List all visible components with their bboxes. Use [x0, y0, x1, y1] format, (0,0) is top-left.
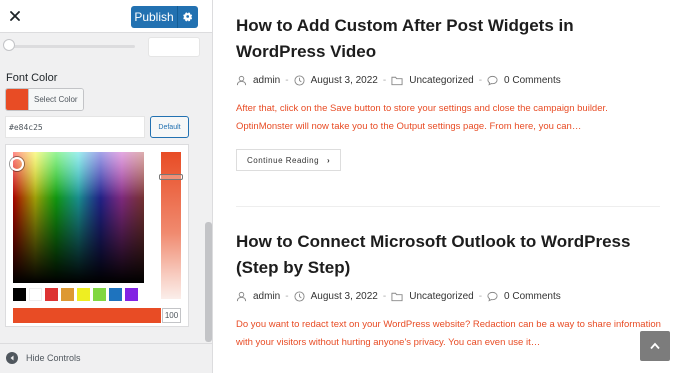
palette-swatch[interactable] — [93, 288, 106, 301]
user-icon — [236, 291, 247, 302]
continue-reading-label: Continue Reading — [247, 155, 320, 165]
author-link[interactable]: admin — [253, 291, 280, 302]
alpha-strip[interactable] — [13, 308, 161, 323]
select-color-label: Select Color — [28, 89, 83, 110]
publish-settings-button[interactable] — [177, 6, 198, 28]
color-palettes — [13, 288, 138, 301]
gear-icon — [183, 12, 193, 22]
post-title[interactable]: How to Connect Microsoft Outlook to Word… — [236, 229, 666, 281]
panel-scrollbar[interactable] — [205, 222, 212, 342]
range-slider-track[interactable] — [8, 45, 135, 48]
range-slider-handle[interactable] — [3, 39, 15, 51]
hex-row: #e84c25 Default — [5, 116, 205, 138]
continue-reading-button[interactable]: Continue Reading › — [236, 149, 342, 171]
hue-handle[interactable] — [159, 174, 183, 180]
hide-controls-label: Hide Controls — [26, 353, 81, 363]
post-excerpt: After that, click on the Save button to … — [236, 103, 608, 132]
meta-separator: - — [478, 75, 483, 86]
range-value-input[interactable] — [148, 37, 200, 57]
range-slider-row — [0, 33, 212, 61]
palette-swatch[interactable] — [13, 288, 26, 301]
chevron-right-icon: › — [327, 155, 331, 165]
close-icon — [10, 11, 20, 21]
folder-icon — [391, 292, 403, 302]
user-icon — [236, 75, 247, 86]
comment-icon — [487, 75, 498, 86]
category-link[interactable]: Uncategorized — [409, 75, 473, 86]
post-category: Uncategorized — [391, 75, 474, 86]
hue-strip[interactable] — [159, 152, 183, 299]
alpha-value[interactable]: 100 — [162, 308, 181, 323]
close-button[interactable] — [0, 0, 30, 32]
hide-controls-button[interactable]: Hide Controls — [0, 343, 212, 373]
post-author: admin — [236, 291, 280, 302]
meta-separator: - — [382, 75, 387, 86]
category-link[interactable]: Uncategorized — [409, 291, 473, 302]
palette-swatch[interactable] — [125, 288, 138, 301]
post-entry: How to Add Custom After Post Widgets in … — [236, 13, 666, 171]
folder-icon — [391, 76, 403, 86]
meta-separator: - — [285, 291, 289, 302]
author-link[interactable]: admin — [253, 75, 280, 86]
saturation-value-area[interactable] — [10, 152, 144, 283]
palette-swatch[interactable] — [77, 288, 90, 301]
meta-separator: - — [285, 75, 289, 86]
clock-icon — [294, 291, 305, 302]
palette-swatch[interactable] — [29, 288, 42, 301]
date-text: August 3, 2022 — [310, 291, 378, 302]
post-meta: admin - August 3, 2022 - Uncategorized -… — [236, 291, 666, 302]
font-color-label: Font Color — [6, 72, 58, 84]
current-color-swatch — [6, 89, 28, 110]
clock-icon — [294, 75, 305, 86]
hex-color-input[interactable]: #e84c25 — [5, 116, 145, 138]
post-category: Uncategorized — [391, 291, 474, 302]
post-meta: admin - August 3, 2022 - Uncategorized -… — [236, 75, 666, 86]
comments-link[interactable]: 0 Comments — [504, 75, 561, 86]
post-author: admin — [236, 75, 280, 86]
post-date: August 3, 2022 — [294, 75, 378, 86]
scroll-to-top-button[interactable] — [640, 331, 670, 361]
post-comments: 0 Comments — [487, 291, 561, 302]
meta-separator: - — [382, 291, 387, 302]
site-preview: How to Add Custom After Post Widgets in … — [213, 0, 680, 373]
saturation-handle[interactable] — [10, 157, 24, 171]
chevron-up-icon — [650, 342, 660, 350]
palette-swatch[interactable] — [45, 288, 58, 301]
publish-group: Publish — [131, 6, 198, 28]
post-title[interactable]: How to Add Custom After Post Widgets in … — [236, 13, 666, 65]
date-text: August 3, 2022 — [310, 75, 378, 86]
select-color-button[interactable]: Select Color — [5, 88, 84, 111]
customizer-panel: Publish Font Color Select Color #e84c25 … — [0, 0, 213, 373]
palette-swatch[interactable] — [109, 288, 122, 301]
post-comments: 0 Comments — [487, 75, 561, 86]
color-picker: 100 — [5, 144, 189, 327]
panel-header: Publish — [0, 0, 212, 33]
default-color-button[interactable]: Default — [150, 116, 189, 138]
post-divider — [236, 206, 660, 207]
post-entry: How to Connect Microsoft Outlook to Word… — [236, 229, 666, 352]
meta-separator: - — [478, 291, 483, 302]
comments-link[interactable]: 0 Comments — [504, 291, 561, 302]
comment-icon — [487, 291, 498, 302]
palette-swatch[interactable] — [61, 288, 74, 301]
publish-button[interactable]: Publish — [131, 6, 177, 28]
post-excerpt: Do you want to redact text on your WordP… — [236, 319, 661, 348]
collapse-icon — [6, 352, 18, 364]
post-date: August 3, 2022 — [294, 291, 378, 302]
